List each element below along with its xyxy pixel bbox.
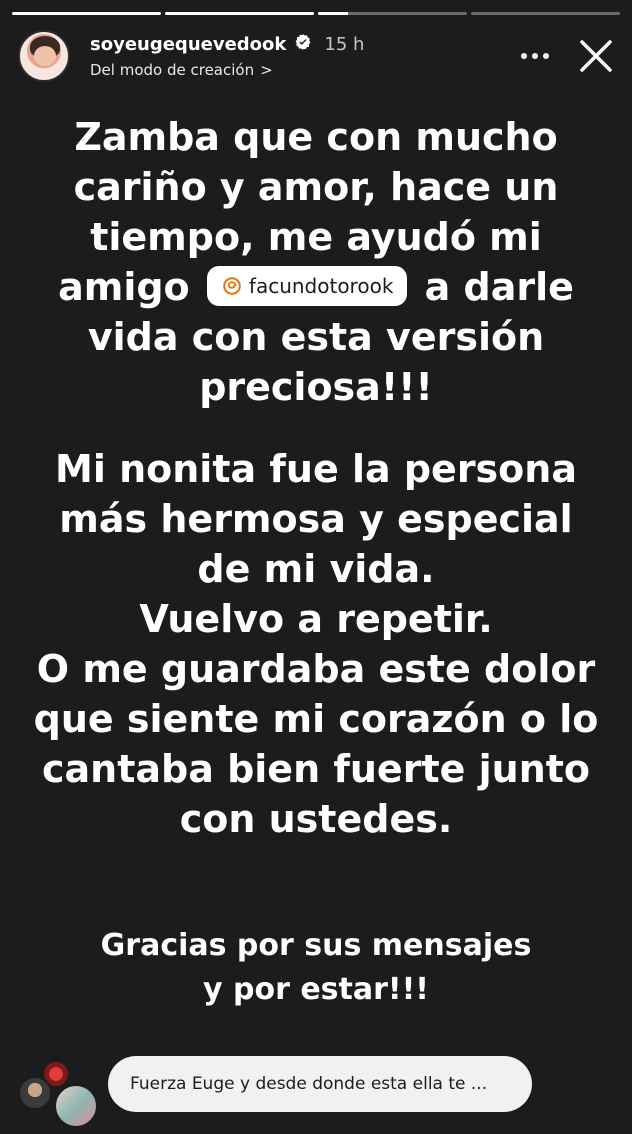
story-line: de mi vida.	[197, 547, 435, 591]
progress-fill	[12, 12, 161, 15]
story-line: cantaba bien fuerte junto	[41, 747, 591, 791]
author-row: soyeugequevedook 15 h	[90, 33, 364, 55]
progress-segment	[471, 12, 620, 15]
story-line-part: amigo	[58, 265, 190, 309]
story-viewer: soyeugequevedook 15 h Del modo de creaci…	[0, 0, 632, 1134]
story-line-with-mention: amigo facundotorook a darle	[24, 262, 608, 312]
story-line: más hermosa y especial	[59, 497, 573, 541]
story-progress	[12, 12, 620, 15]
story-line: O me guardaba este dolor	[36, 647, 596, 691]
story-line: Zamba que con mucho	[74, 115, 558, 159]
story-line-part: a darle	[424, 265, 574, 309]
story-line: que siente mi corazón o lo	[33, 697, 599, 741]
story-line: vida con esta versión	[87, 315, 545, 359]
threads-logo-icon	[223, 276, 241, 295]
close-icon[interactable]	[576, 36, 616, 76]
reply-text: Fuerza Euge y desde donde esta ella te .…	[130, 1074, 488, 1094]
header-actions	[518, 36, 616, 76]
avatar[interactable]	[18, 30, 70, 82]
more-options-icon[interactable]	[518, 39, 552, 73]
progress-segment	[318, 12, 467, 15]
story-line: Mi nonita fue la persona	[55, 447, 577, 491]
creation-mode-link[interactable]: Del modo de creación >	[90, 61, 364, 79]
mention-sticker[interactable]: facundotorook	[206, 265, 408, 306]
story-line: preciosa!!!	[199, 365, 433, 409]
story-line: con ustedes.	[179, 797, 453, 841]
reactor-avatars[interactable]	[18, 1060, 98, 1130]
progress-fill	[318, 12, 348, 15]
story-line: cariño y amor, hace un	[73, 165, 559, 209]
story-line: Vuelvo a repetir.	[139, 597, 493, 641]
creation-mode-label: Del modo de creación	[90, 61, 255, 79]
author-info: soyeugequevedook 15 h Del modo de creaci…	[90, 33, 364, 80]
progress-segment	[12, 12, 161, 15]
mention-username: facundotorook	[248, 273, 394, 298]
thanks-line: Gracias por sus mensajes	[100, 928, 532, 963]
reactor-avatar	[54, 1084, 98, 1128]
chevron-right-icon: >	[260, 61, 273, 79]
progress-fill	[165, 12, 314, 15]
progress-segment	[165, 12, 314, 15]
reply-message-bubble[interactable]: Fuerza Euge y desde donde esta ella te .…	[108, 1056, 532, 1112]
thanks-text: Gracias por sus mensajes y por estar!!!	[24, 924, 608, 1012]
thanks-line: y por estar!!!	[203, 972, 429, 1007]
story-line: tiempo, me ayudó mi	[90, 215, 542, 259]
story-header: soyeugequevedook 15 h Del modo de creaci…	[18, 28, 616, 84]
post-time: 15 h	[324, 33, 365, 55]
verified-badge-icon	[294, 33, 312, 55]
reactor-avatar	[18, 1076, 52, 1110]
username[interactable]: soyeugequevedook	[90, 34, 286, 55]
story-text: Zamba que con mucho cariño y amor, hace …	[24, 112, 608, 844]
